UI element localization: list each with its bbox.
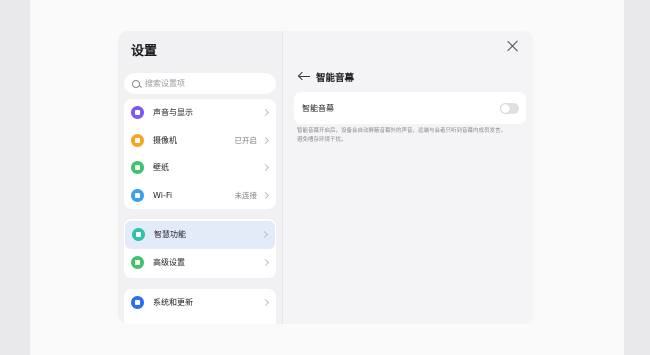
settings-title: 设置 <box>131 44 158 59</box>
back-arrow-icon[interactable] <box>297 71 310 82</box>
sidebar-item-label: 系统和更新 <box>153 298 193 308</box>
smart-sound-curtain-setting: 智能音幕 <box>294 92 526 124</box>
sidebar-item-advanced-settings[interactable]: 高级设置 <box>124 249 276 277</box>
sidebar-item-label: 声音与显示 <box>153 108 193 118</box>
system-update-icon <box>131 296 144 310</box>
wallpaper-icon <box>131 161 144 175</box>
wifi-icon <box>131 188 144 202</box>
settings-sidebar: 设置 搜索设置项 声音与显示 摄像机 已开启 壁纸 Wi-Fi 未连接 智慧功能… <box>118 31 283 324</box>
smart-features-icon <box>132 228 145 242</box>
sidebar-item-label: 壁纸 <box>153 163 169 173</box>
detail-pane: 智能音幕 智能音幕 智能音幕开启后，设备会自动屏蔽音幕外的声音，远端与会者只听到… <box>284 31 533 324</box>
sidebar-item-value: 已开启 <box>234 135 258 145</box>
sidebar-item-value: 未连接 <box>234 190 258 200</box>
search-input[interactable]: 搜索设置项 <box>124 73 276 94</box>
search-icon <box>132 79 140 88</box>
search-placeholder: 搜索设置项 <box>145 79 185 88</box>
camera-icon <box>131 133 144 147</box>
chevron-right-icon <box>261 109 270 117</box>
chevron-right-icon <box>261 164 270 172</box>
chevron-right-icon <box>260 231 269 239</box>
settings-group-smart: 智慧功能 高级设置 <box>124 219 276 278</box>
close-icon[interactable] <box>507 40 519 52</box>
settings-group-basic: 声音与显示 摄像机 已开启 壁纸 Wi-Fi 未连接 <box>124 99 276 209</box>
chevron-right-icon <box>261 136 270 144</box>
smart-sound-curtain-toggle[interactable] <box>500 102 519 114</box>
chevron-right-icon <box>261 299 270 307</box>
sidebar-item-label: 高级设置 <box>153 257 185 267</box>
speaker-icon <box>131 106 144 120</box>
detail-title: 智能音幕 <box>316 73 355 84</box>
sidebar-item-wifi[interactable]: Wi-Fi 未连接 <box>124 182 276 210</box>
sidebar-item-sound-display[interactable]: 声音与显示 <box>124 99 276 127</box>
toggle-knob <box>501 103 510 113</box>
setting-label: 智能音幕 <box>302 103 334 113</box>
sidebar-item-label: 摄像机 <box>153 135 177 145</box>
chevron-right-icon <box>261 258 270 266</box>
sidebar-item-wallpaper[interactable]: 壁纸 <box>124 154 276 182</box>
sidebar-item-camera[interactable]: 摄像机 已开启 <box>124 127 276 155</box>
chevron-right-icon <box>261 191 270 199</box>
setting-description: 智能音幕开启后，设备会自动屏蔽音幕外的声音，远端与会者只听到音幕内成员发言，避免… <box>297 128 507 143</box>
sidebar-item-label: 智慧功能 <box>154 230 186 240</box>
settings-group-system: 系统和更新 <box>124 289 276 324</box>
sidebar-item-label: Wi-Fi <box>153 190 173 200</box>
advanced-settings-icon <box>131 255 144 269</box>
sidebar-item-system-update[interactable]: 系统和更新 <box>124 289 276 317</box>
settings-dialog: 设置 搜索设置项 声音与显示 摄像机 已开启 壁纸 Wi-Fi 未连接 智慧功能… <box>118 31 533 324</box>
sidebar-item-smart-features[interactable]: 智慧功能 <box>125 221 275 249</box>
